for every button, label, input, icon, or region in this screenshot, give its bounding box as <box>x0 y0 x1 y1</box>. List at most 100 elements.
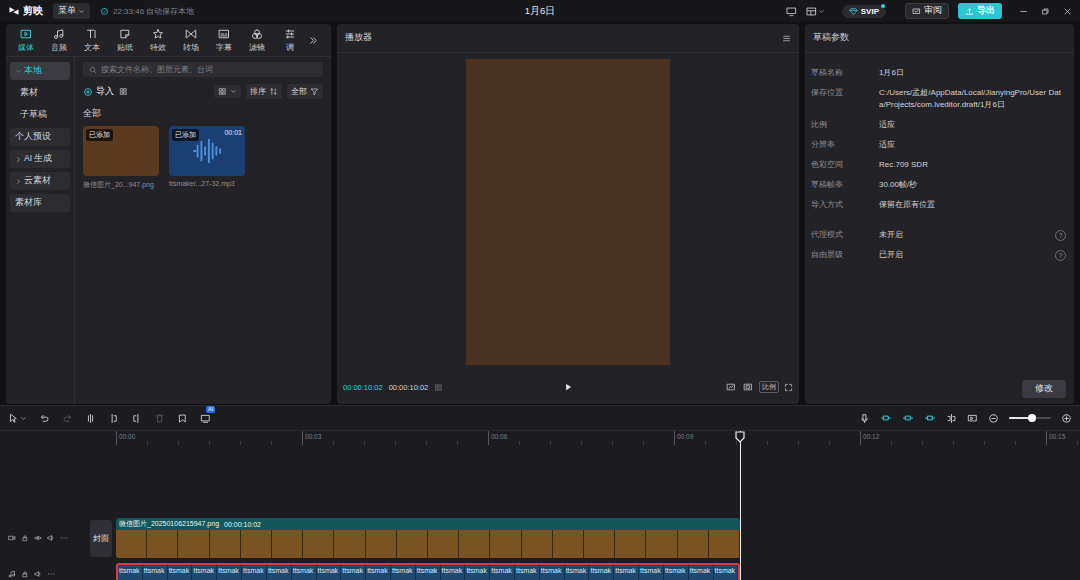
export-button[interactable]: 导出 <box>958 3 1002 19</box>
undo-button[interactable] <box>39 413 50 424</box>
split-left-button[interactable] <box>108 413 119 424</box>
audio-clip[interactable]: ttsmak <box>441 565 466 580</box>
marker-button[interactable] <box>177 413 188 424</box>
media-card[interactable]: 已添加00:01ttsmaker...27-32.mp3 <box>169 126 245 190</box>
modify-button[interactable]: 修改 <box>1022 380 1066 398</box>
audio-clip[interactable]: ttsmak <box>515 565 540 580</box>
lock-icon[interactable] <box>21 534 29 542</box>
menu-button[interactable]: 菜单 <box>53 3 90 19</box>
sidebar-item[interactable]: 素材 <box>10 84 70 102</box>
audio-clip[interactable]: ttsmak <box>217 565 242 580</box>
fullscreen-icon[interactable] <box>784 383 793 392</box>
layout-picker[interactable] <box>806 6 825 17</box>
filter-button[interactable]: 全部 <box>287 84 323 99</box>
close-icon[interactable] <box>1063 7 1072 16</box>
playhead[interactable] <box>740 431 741 580</box>
text-tab[interactable]: 文本 <box>75 24 108 56</box>
view-mode-picker[interactable] <box>214 85 241 98</box>
caption-tab[interactable]: 字幕 <box>207 24 240 56</box>
audio-clip[interactable]: ttsmak <box>267 565 292 580</box>
sidebar-item[interactable]: 本地 <box>10 62 70 80</box>
audio-clip[interactable]: ttsmak <box>639 565 664 580</box>
audio-clip[interactable]: ttsmak <box>317 565 342 580</box>
audio-clip[interactable]: ttsmak <box>168 565 193 580</box>
audio-clip[interactable]: ttsmak <box>589 565 614 580</box>
redo-button[interactable] <box>62 413 73 424</box>
speaker-icon[interactable] <box>34 570 42 578</box>
qr-grid-icon[interactable] <box>119 87 128 96</box>
audio-clip[interactable]: ttsmak <box>391 565 416 580</box>
audio-clip[interactable]: ttsmak <box>416 565 441 580</box>
audio-clip[interactable]: ttsmak <box>490 565 515 580</box>
sidebar-item[interactable]: 个人预设 <box>10 128 70 146</box>
zoom-in-icon[interactable] <box>1061 413 1072 424</box>
transition-tab[interactable]: 转场 <box>174 24 207 56</box>
sidebar-item[interactable]: 子草稿 <box>10 106 70 124</box>
timecode-grid-icon[interactable] <box>434 383 443 392</box>
audio-clip[interactable]: ttsmak <box>614 565 639 580</box>
audio-clip[interactable]: ttsmak <box>242 565 267 580</box>
audio-clip[interactable]: ttsmak <box>565 565 590 580</box>
svip-button[interactable]: SVIP <box>842 5 886 18</box>
link-toggle-icon[interactable] <box>924 412 936 424</box>
search-field[interactable]: 搜索文件名称、图层元素、台词 <box>83 62 323 77</box>
ai-tool-button[interactable]: AI <box>200 413 211 424</box>
ratio-button[interactable]: 比例 <box>759 381 779 393</box>
restore-icon[interactable] <box>1041 7 1050 16</box>
more-icon[interactable] <box>47 570 55 578</box>
media-card[interactable]: 已添加微信图片_20...947.png <box>83 126 159 190</box>
link-toggle-icon[interactable] <box>880 412 892 424</box>
zoom-slider[interactable] <box>1009 417 1051 419</box>
audio-clip[interactable]: ttsmak <box>714 565 739 580</box>
media-tab[interactable]: 媒体 <box>9 24 42 56</box>
playhead-handle-icon[interactable] <box>735 431 745 443</box>
menu-icon[interactable] <box>782 34 791 43</box>
adjust-tab[interactable]: 调 <box>273 24 306 56</box>
audio-clip[interactable]: ttsmak <box>292 565 317 580</box>
sidebar-item[interactable]: AI 生成 <box>10 150 70 168</box>
split-button[interactable] <box>85 413 96 424</box>
cover-button[interactable]: 封面 <box>90 520 112 557</box>
sticker-tab[interactable]: 贴纸 <box>108 24 141 56</box>
audio-tab[interactable]: 音频 <box>42 24 75 56</box>
sidebar-item[interactable]: 素材库 <box>10 194 70 212</box>
lock-icon[interactable] <box>21 570 29 578</box>
audio-clip[interactable]: ttsmak <box>118 565 143 580</box>
audio-clip[interactable]: ttsmak <box>540 565 565 580</box>
video-clip[interactable]: 微信图片_20250106215947.png00:00:10:02 <box>116 518 740 558</box>
more-icon[interactable] <box>60 534 68 542</box>
select-button[interactable] <box>8 413 27 424</box>
more-tabs-icon[interactable] <box>308 35 319 46</box>
zoom-out-icon[interactable] <box>988 413 999 424</box>
audio-clip[interactable]: ttsmak <box>366 565 391 580</box>
audio-clip-group[interactable]: ttsmakttsmakttsmakttsmakttsmakttsmakttsm… <box>116 563 740 580</box>
original-quality-icon[interactable] <box>725 382 737 392</box>
microphone-icon[interactable] <box>859 413 870 424</box>
review-button[interactable]: 审阅 <box>905 3 949 19</box>
sidebar-item[interactable]: 云素材 <box>10 172 70 190</box>
audio-clip[interactable]: ttsmak <box>664 565 689 580</box>
audio-clip[interactable]: ttsmak <box>341 565 366 580</box>
eye-icon[interactable] <box>34 534 42 542</box>
effects-tab[interactable]: 特效 <box>141 24 174 56</box>
preview-axis-icon[interactable] <box>967 413 978 424</box>
import-button[interactable]: 导入 <box>83 85 114 99</box>
audio-clip[interactable]: ttsmak <box>689 565 714 580</box>
link-toggle-icon[interactable] <box>902 412 914 424</box>
audio-clip[interactable]: ttsmak <box>143 565 168 580</box>
split-right-button[interactable] <box>131 413 142 424</box>
filter-tab[interactable]: 滤镜 <box>240 24 273 56</box>
center-split-icon[interactable] <box>946 413 957 424</box>
crop-view-icon[interactable] <box>742 382 754 392</box>
play-icon[interactable] <box>563 382 573 392</box>
audio-clip[interactable]: ttsmak <box>465 565 490 580</box>
minimize-icon[interactable] <box>1019 7 1028 16</box>
help-icon[interactable]: ? <box>1055 250 1066 261</box>
zoom-knob[interactable] <box>1028 414 1036 422</box>
help-icon[interactable]: ? <box>1055 230 1066 241</box>
monitor-icon[interactable] <box>786 6 797 17</box>
speaker-icon[interactable] <box>47 534 55 542</box>
audio-clip[interactable]: ttsmak <box>192 565 217 580</box>
delete-button[interactable] <box>154 413 165 424</box>
sort-button[interactable]: 排序 <box>246 84 282 99</box>
